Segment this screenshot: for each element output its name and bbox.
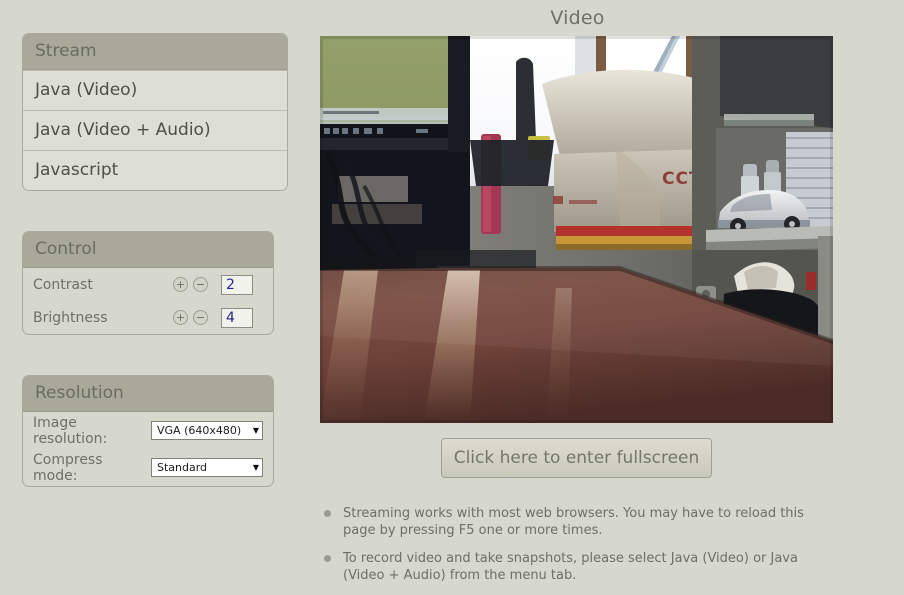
contrast-plus-icon[interactable]: + bbox=[173, 277, 188, 292]
image-resolution-row: Image resolution: VGA (640x480) ▼ bbox=[23, 412, 273, 449]
brightness-row: Brightness + − bbox=[23, 301, 273, 334]
sidebar-item-javascript[interactable]: Javascript bbox=[23, 150, 287, 190]
resolution-panel-header: Resolution bbox=[23, 376, 273, 412]
video-stream[interactable]: CCTV bbox=[320, 36, 833, 423]
contrast-value-input[interactable] bbox=[221, 274, 253, 295]
stream-panel-header: Stream bbox=[23, 34, 287, 70]
brightness-plus-icon[interactable]: + bbox=[173, 310, 188, 325]
image-resolution-label: Image resolution: bbox=[33, 414, 108, 447]
compress-mode-value: Standard bbox=[157, 461, 208, 474]
control-panel: Control Contrast + − Brightness + − bbox=[22, 231, 274, 335]
control-panel-header: Control bbox=[23, 232, 273, 268]
brightness-label: Brightness bbox=[33, 309, 108, 326]
stream-panel: Stream Java (Video) Java (Video + Audio)… bbox=[22, 33, 288, 191]
note-text: To record video and take snapshots, plea… bbox=[343, 551, 798, 583]
note-item: Streaming works with most web browsers. … bbox=[322, 505, 822, 539]
image-resolution-select[interactable]: VGA (640x480) ▼ bbox=[151, 421, 263, 440]
left-sidebar: Stream Java (Video) Java (Video + Audio)… bbox=[22, 33, 288, 487]
brightness-minus-icon[interactable]: − bbox=[193, 310, 208, 325]
note-text: Streaming works with most web browsers. … bbox=[343, 506, 804, 538]
sidebar-item-java-video[interactable]: Java (Video) bbox=[23, 70, 287, 110]
notes-list: Streaming works with most web browsers. … bbox=[322, 505, 822, 595]
page-title: Video bbox=[550, 7, 605, 29]
compress-mode-select[interactable]: Standard ▼ bbox=[151, 458, 263, 477]
compress-mode-label: Compress mode: bbox=[33, 451, 103, 484]
contrast-row: Contrast + − bbox=[23, 268, 273, 301]
chevron-down-icon: ▼ bbox=[252, 463, 259, 472]
enter-fullscreen-button[interactable]: Click here to enter fullscreen bbox=[441, 438, 712, 478]
compress-mode-row: Compress mode: Standard ▼ bbox=[23, 449, 273, 486]
resolution-panel: Resolution Image resolution: VGA (640x48… bbox=[22, 375, 274, 487]
sidebar-item-java-video-audio[interactable]: Java (Video + Audio) bbox=[23, 110, 287, 150]
contrast-label: Contrast bbox=[33, 276, 93, 293]
contrast-minus-icon[interactable]: − bbox=[193, 277, 208, 292]
brightness-value-input[interactable] bbox=[221, 307, 253, 328]
bullet-icon bbox=[324, 555, 331, 562]
image-resolution-value: VGA (640x480) bbox=[157, 424, 242, 437]
video-frame-image: CCTV bbox=[320, 36, 833, 423]
chevron-down-icon: ▼ bbox=[252, 426, 259, 435]
bullet-icon bbox=[324, 510, 331, 517]
note-item: To record video and take snapshots, plea… bbox=[322, 550, 822, 584]
